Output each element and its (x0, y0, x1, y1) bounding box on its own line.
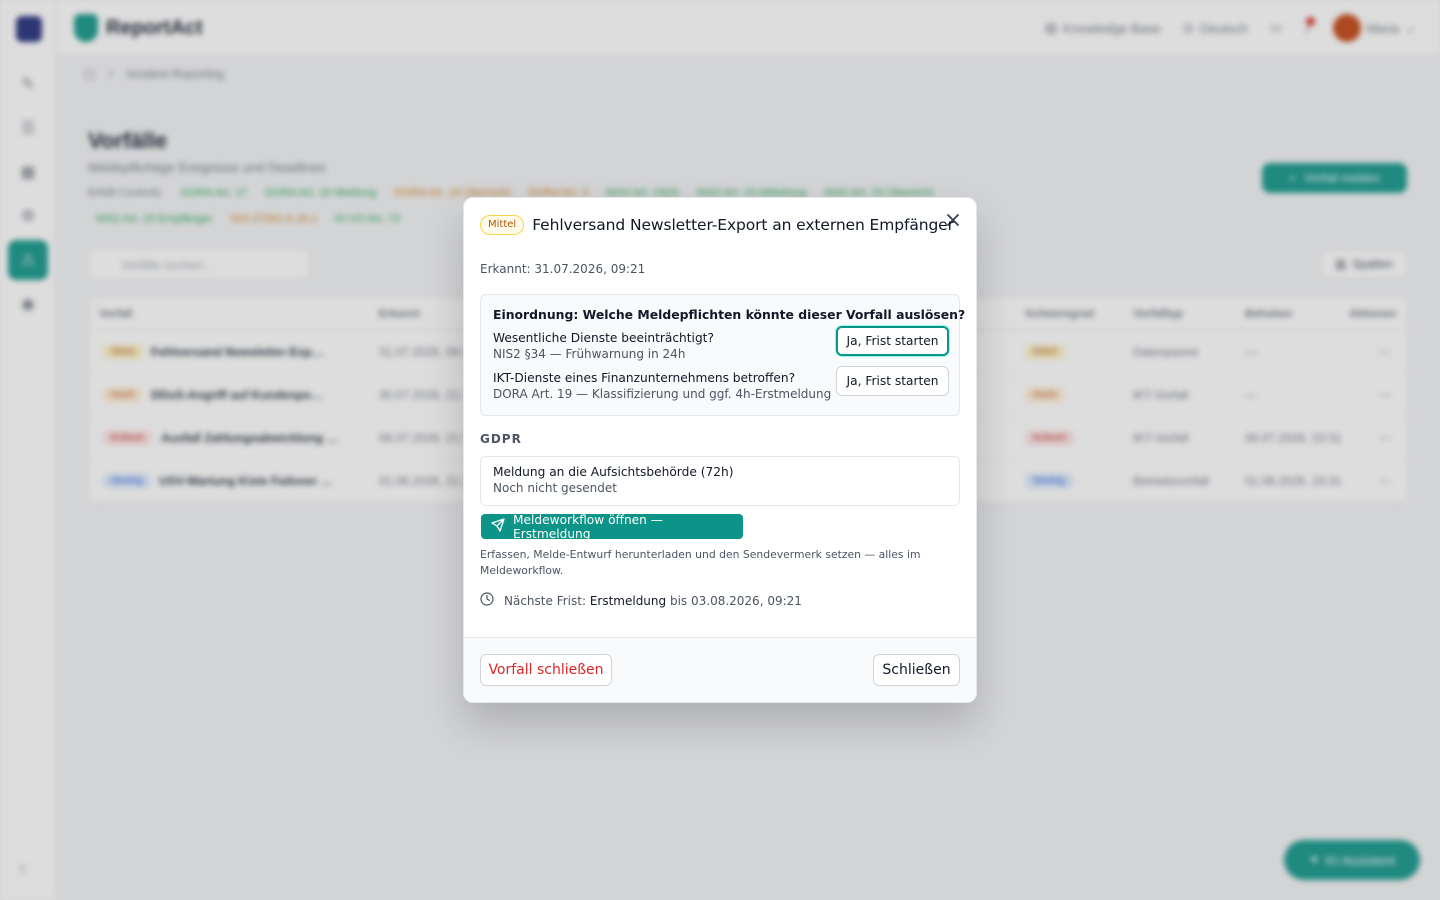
close-incident-button[interactable]: Vorfall schließen (480, 654, 612, 686)
classification-panel: Einordnung: Welche Meldepflichten könnte… (480, 294, 965, 416)
deadline-suffix: bis 03.08.2026, 09:21 (669, 593, 802, 608)
open-workflow-button[interactable]: Meldeworkflow öffnen — Erstmeldung (481, 512, 743, 541)
dialog-title: Fehlversand Newsletter-Export an externe… (532, 216, 954, 234)
severity-badge: Mittel (480, 215, 525, 235)
clock-icon (480, 592, 494, 609)
deadline-prefix: Nächste Frist: (504, 593, 586, 608)
authority-notice-card: Meldung an die Aufsichtsbehörde (72h) No… (480, 456, 960, 506)
gdpr-heading: GDPR (480, 432, 522, 446)
start-deadline-button-dora[interactable]: Ja, Frist starten (836, 366, 949, 396)
detected-timestamp: Erkannt: 31.07.2026, 09:21 (480, 262, 646, 276)
send-icon (491, 518, 505, 535)
classification-question: Einordnung: Welche Meldepflichten könnte… (493, 307, 966, 322)
close-dialog-button[interactable]: Schließen (873, 654, 960, 686)
notice-status: Noch nicht gesendet (493, 481, 617, 495)
deadline-type: Erstmeldung (589, 593, 667, 608)
notice-title: Meldung an die Aufsichtsbehörde (72h) (493, 465, 734, 479)
dialog-header: Mittel Fehlversand Newsletter-Export an … (480, 215, 954, 235)
incident-detail-dialog: Mittel Fehlversand Newsletter-Export an … (463, 197, 977, 703)
open-workflow-label: Meldeworkflow öffnen — Erstmeldung (513, 512, 663, 541)
classification-item-nis2: Wesentliche Dienste beeinträchtigt? NIS2… (493, 326, 949, 361)
workflow-help-text: Erfassen, Melde-Entwurf herunterladen un… (480, 548, 921, 577)
classification-item-dora: IKT-Dienste eines Finanzunternehmens bet… (493, 366, 949, 401)
start-deadline-button-nis2[interactable]: Ja, Frist starten (836, 326, 949, 356)
dialog-footer: Vorfall schließen Schließen (464, 637, 976, 702)
next-deadline: Nächste Frist: Erstmeldung bis 03.08.202… (480, 592, 802, 609)
